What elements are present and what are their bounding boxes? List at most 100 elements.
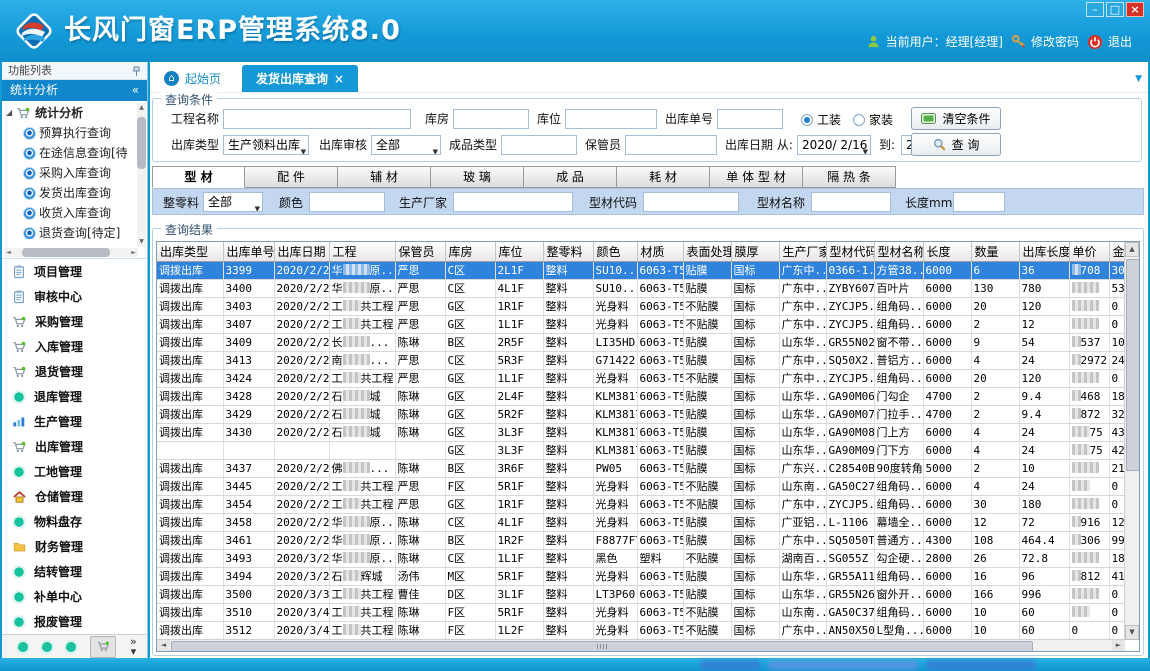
- column-header[interactable]: 型材代码: [826, 242, 874, 261]
- column-header[interactable]: 长度: [923, 242, 971, 261]
- tree-hscroll-thumb[interactable]: [22, 248, 110, 257]
- tab-active-document[interactable]: 发货出库查询×: [242, 65, 358, 92]
- nav-dot-icon[interactable]: [18, 642, 28, 652]
- scroll-right-icon[interactable]: ►: [1112, 640, 1125, 651]
- sidebar-item-clipboard[interactable]: 审核中心: [2, 284, 147, 309]
- column-header[interactable]: 单价: [1069, 242, 1109, 261]
- table-row[interactable]: 调拨出库34942020/3/2石辉城汤伟M区5R1F整料光身料6063-T5贴…: [157, 567, 1128, 585]
- material-tab[interactable]: 型 材: [152, 166, 245, 188]
- tree-vertical-scrollbar[interactable]: ▲ ▼: [137, 103, 146, 247]
- sidebar-item-home[interactable]: 仓储管理: [2, 484, 147, 509]
- tree-item[interactable]: 发货出库查询: [2, 183, 130, 203]
- column-header[interactable]: 整零料: [543, 242, 593, 261]
- keeper-input[interactable]: [625, 135, 717, 155]
- maximize-button[interactable]: □: [1106, 2, 1124, 17]
- material-tab[interactable]: 辅 材: [338, 166, 431, 188]
- sidebar-item-green-dot[interactable]: 结转管理: [2, 559, 147, 584]
- profile-code-input[interactable]: [643, 192, 739, 212]
- sidebar-item-chart[interactable]: 生产管理: [2, 409, 147, 434]
- sidebar-item-cart[interactable]: 采购管理: [2, 309, 147, 334]
- sidebar-item-cart[interactable]: 退货管理: [2, 359, 147, 384]
- profile-name-input[interactable]: [811, 192, 891, 212]
- tree-expander-icon[interactable]: ◢: [6, 103, 12, 123]
- maker-input[interactable]: [453, 192, 573, 212]
- order-no-input[interactable]: [717, 109, 783, 129]
- table-row[interactable]: 调拨出库34302020/2/26石城陈琳G区3L3F整料KLM38176063…: [157, 423, 1128, 441]
- sidebar-item-green-dot[interactable]: 补单中心: [2, 584, 147, 609]
- date-from-select[interactable]: 2020/ 2/16▼: [797, 135, 871, 155]
- sidebar-item-cart[interactable]: 入库管理: [2, 334, 147, 359]
- tree-scroll-thumb[interactable]: [137, 117, 146, 169]
- outbound-audit-select[interactable]: 全部▼: [371, 135, 441, 155]
- material-tab[interactable]: 成 品: [524, 166, 617, 188]
- column-header[interactable]: 库房: [445, 242, 495, 261]
- table-row[interactable]: 调拨出库34282020/2/26石城陈琳G区2L4F整料KLM38176063…: [157, 387, 1128, 405]
- table-row[interactable]: 调拨出库34072020/2/25工共工程严思G区1L1F整料光身料6063-T…: [157, 315, 1128, 333]
- sidebar-item-green-dot[interactable]: 退库管理: [2, 384, 147, 409]
- table-row[interactable]: 调拨出库34092020/2/25长...陈琳B区2R5F整料LI35HD606…: [157, 333, 1128, 351]
- scroll-down-icon[interactable]: ▼: [1125, 625, 1139, 640]
- tab-home[interactable]: ⌂起始页: [150, 65, 235, 92]
- search-button[interactable]: 查 询: [911, 133, 1001, 156]
- tree-root-statistics[interactable]: ◢统计分析: [2, 103, 130, 123]
- column-header[interactable]: 数量: [971, 242, 1019, 261]
- nav-overflow-button[interactable]: »▾: [130, 637, 137, 657]
- sidebar-item-green-dot[interactable]: 物料盘存: [2, 509, 147, 534]
- scroll-up-icon[interactable]: ▲: [1125, 242, 1139, 257]
- table-row[interactable]: 调拨出库35002020/3/3工共工程曹佳D区3L1F整料LT3P606063…: [157, 585, 1128, 603]
- column-header[interactable]: 材质: [637, 242, 683, 261]
- tab-list-dropdown-icon[interactable]: ▼: [1135, 74, 1142, 84]
- sidebar-item-cart[interactable]: 出库管理: [2, 434, 147, 459]
- table-row[interactable]: 调拨出库34242020/2/26工共工程严思G区1L1F整料光身料6063-T…: [157, 369, 1128, 387]
- radio-work-clothes[interactable]: 工装: [801, 111, 841, 128]
- material-tab[interactable]: 单 体 型 材: [710, 166, 803, 188]
- tree-item[interactable]: 预算执行查询: [2, 123, 130, 143]
- table-row[interactable]: 调拨出库34372020/2/27佛...陈琳B区3R6F整料PW056063-…: [157, 459, 1128, 477]
- table-row[interactable]: 调拨出库35122020/3/4工共工程陈琳F区1L2F整料光身料6063-T5…: [157, 621, 1128, 639]
- sidebar-item-folder[interactable]: 财务管理: [2, 534, 147, 559]
- material-tab[interactable]: 隔 热 条: [803, 166, 896, 188]
- scroll-left-icon[interactable]: ◄: [157, 640, 170, 651]
- grid-vscroll-thumb[interactable]: [1126, 259, 1140, 471]
- nav-dot-icon[interactable]: [66, 642, 76, 652]
- scroll-down-icon[interactable]: ▼: [137, 237, 146, 247]
- material-tab[interactable]: 配 件: [245, 166, 338, 188]
- column-header[interactable]: 表面处理: [683, 242, 731, 261]
- table-row[interactable]: 调拨出库33992020/2/25华原...严思C区2L1F整料SU10...6…: [157, 261, 1128, 279]
- grid-hscroll-thumb[interactable]: [171, 641, 1033, 652]
- tree-item[interactable]: 采购入库查询: [2, 163, 130, 183]
- tree-item[interactable]: 收货入库查询: [2, 203, 130, 223]
- sidebar-item-green-dot[interactable]: 工地管理: [2, 459, 147, 484]
- column-header[interactable]: 生产厂家: [779, 242, 826, 261]
- column-header[interactable]: 出库类型: [157, 242, 223, 261]
- project-name-input[interactable]: [223, 109, 411, 129]
- whole-piece-select[interactable]: 全部▼: [203, 192, 263, 212]
- table-row[interactable]: 调拨出库34132020/2/26南...严思C区5R3F整料G71422606…: [157, 351, 1128, 369]
- outbound-type-select[interactable]: 生产领料出库▼: [223, 135, 309, 155]
- column-header[interactable]: 保管员: [395, 242, 445, 261]
- scroll-right-icon[interactable]: ►: [129, 248, 138, 257]
- sidebar-item-clipboard[interactable]: 项目管理: [2, 259, 147, 284]
- table-row[interactable]: 调拨出库34932020/3/2华原...陈琳C区1L1F整料黑色塑料不贴膜国标…: [157, 549, 1128, 567]
- column-header[interactable]: 型材名称: [874, 242, 923, 261]
- tree-horizontal-scrollbar[interactable]: ◄ ►: [4, 248, 138, 257]
- material-tab[interactable]: 耗 材: [617, 166, 710, 188]
- table-row[interactable]: G区3L3F整料KLM38176063-T5贴膜国标山东华...GA90M09.…: [157, 441, 1128, 459]
- table-row[interactable]: 调拨出库34452020/2/27工共工程严思F区5R1F整料光身料6063-T…: [157, 477, 1128, 495]
- tree-item[interactable]: 退货查询[待定]: [2, 223, 130, 239]
- column-header[interactable]: 颜色: [593, 242, 637, 261]
- minimize-button[interactable]: –: [1086, 2, 1104, 17]
- tree-item[interactable]: 在途信息查询[待: [2, 143, 130, 163]
- table-row[interactable]: 调拨出库34292020/2/26石城陈琳G区5R2F整料KLM38176063…: [157, 405, 1128, 423]
- grid-vertical-scrollbar[interactable]: ▲ ▼: [1124, 242, 1139, 640]
- sidebar-group-header[interactable]: 统计分析 «: [2, 80, 147, 101]
- column-header[interactable]: 出库单号: [223, 242, 274, 261]
- table-row[interactable]: 调拨出库34002020/2/25华原...严思C区4L1F整料SU10...6…: [157, 279, 1128, 297]
- product-type-input[interactable]: [501, 135, 577, 155]
- table-row[interactable]: 调拨出库35102020/3/4工共工程陈琳F区5R1F整料光身料6063-T5…: [157, 603, 1128, 621]
- table-row[interactable]: 调拨出库34542020/2/28工共工程严思G区1R1F整料光身料6063-T…: [157, 495, 1128, 513]
- close-button[interactable]: ×: [1126, 2, 1144, 17]
- clear-conditions-button[interactable]: 清空条件: [911, 107, 1001, 130]
- length-input[interactable]: [953, 192, 1005, 212]
- column-header[interactable]: 库位: [495, 242, 543, 261]
